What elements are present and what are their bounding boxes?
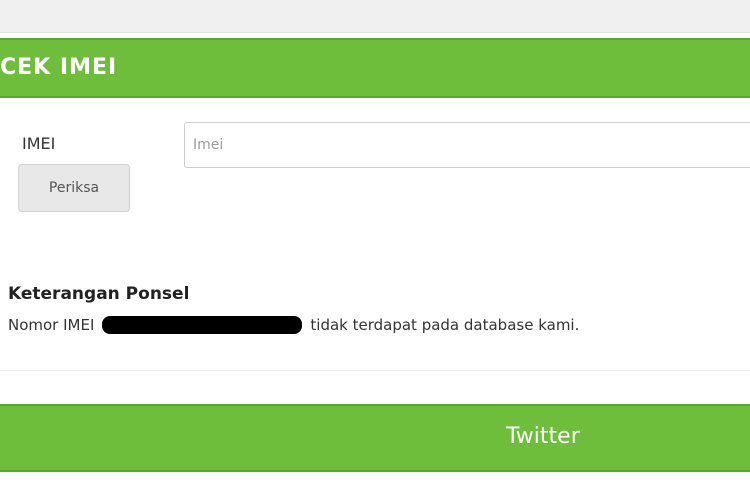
twitter-link[interactable]: Twitter [506,424,580,449]
top-strip [0,0,750,33]
result-prefix: Nomor IMEI [8,316,95,334]
footer-bar: Twitter [0,404,750,472]
check-button[interactable]: Periksa [18,164,130,212]
result-suffix: tidak terdapat pada database kami. [310,316,580,334]
panel-header: CEK IMEI [0,38,750,98]
redacted-imei-number [102,316,303,334]
panel-title: CEK IMEI [0,55,118,80]
divider [0,370,750,371]
result-message: Nomor IMEI tidak terdapat pada database … [8,316,579,334]
result-title: Keterangan Ponsel [8,284,190,304]
imei-input[interactable] [184,122,750,168]
imei-field-label: IMEI [22,134,56,153]
